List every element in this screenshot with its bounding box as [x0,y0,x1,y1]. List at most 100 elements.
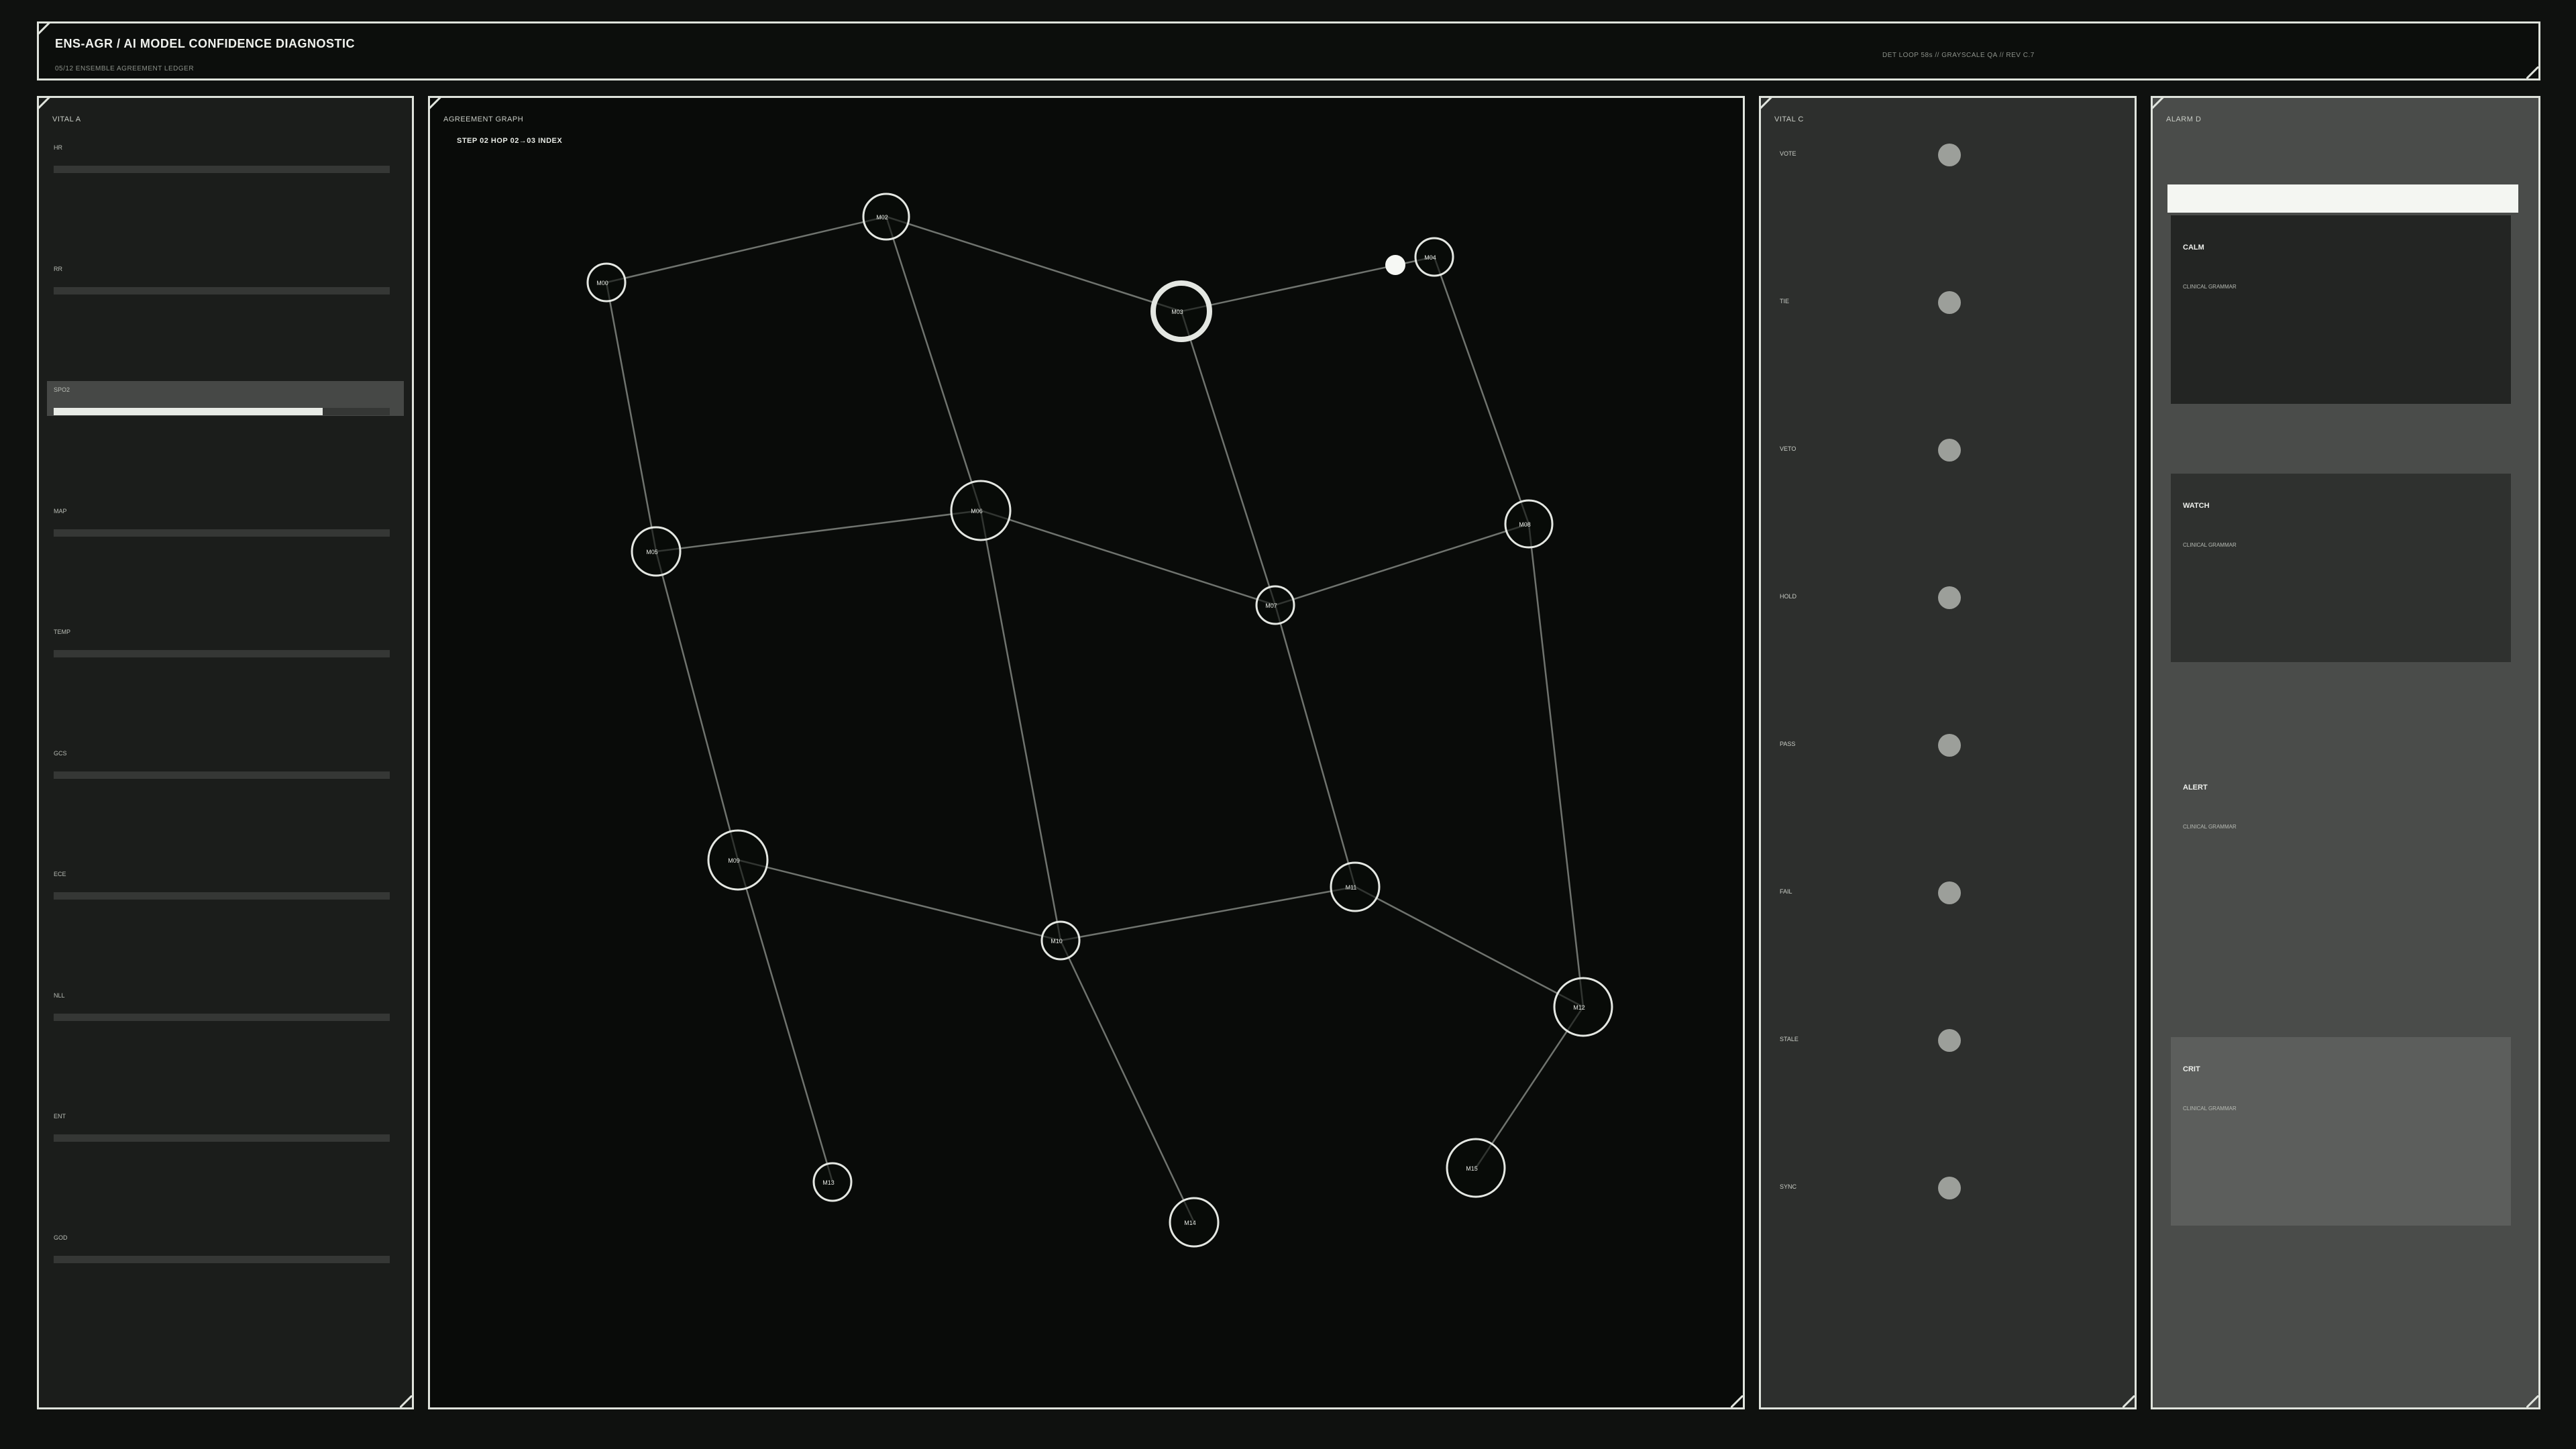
header-meta: DET LOOP 58s // GRAYSCALE QA // REV C.7 [1882,52,2035,59]
alarm-level-calm[interactable]: CALM CLINICAL GRAMMAR [2171,215,2511,404]
vital-row-ent[interactable]: ENT [47,1108,404,1142]
graph-node-label: M14 [1184,1220,1196,1226]
graph-node-m11[interactable]: M11 [1330,861,1381,912]
graph-edge-m06-m10 [979,510,1062,941]
graph-node-label: M02 [876,214,888,221]
alarm-level-subtitle: CLINICAL GRAMMAR [2183,542,2237,548]
panel-label: VITAL A [52,115,81,123]
alarm-d-panel: ALARM D CALM CLINICAL GRAMMAR WATCH CLINICA… [2151,96,2540,1409]
vital-row-label: ENT [54,1113,66,1120]
graph-edge-m08-m12 [1527,523,1585,1008]
vital-row-bar [54,650,390,657]
alarm-level-alert[interactable]: ALERT CLINICAL GRAMMAR [2171,755,2511,944]
vital-c-row-label: TIE [1780,298,1790,305]
graph-edge-m09-m13 [737,859,834,1183]
graph-node-label: M03 [1171,309,1183,315]
graph-node-m14[interactable]: M14 [1169,1197,1220,1248]
status-dot [1938,144,1961,166]
graph-node-m02[interactable]: M02 [862,193,910,241]
graph-node-m15[interactable]: M15 [1446,1138,1506,1198]
graph-node-label: M15 [1466,1165,1478,1172]
graph-edge-m10-m11 [1060,885,1356,942]
page-title: ENS-AGR / AI MODEL CONFIDENCE DIAGNOSTIC [55,37,356,50]
vital-row-bar [54,286,390,294]
header-bar: ENS-AGR / AI MODEL CONFIDENCE DIAGNOSTIC… [37,21,2540,80]
corner-mark [39,98,51,110]
graph-node-label: M12 [1573,1004,1585,1011]
graph-node-m09[interactable]: M09 [707,829,769,891]
graph-node-label: M00 [596,280,608,286]
vital-row-bar-fill [54,408,323,415]
status-dot [1938,291,1961,314]
page-subtitle: 05/12 ENSEMBLE AGREEMENT LEDGER [55,65,195,72]
graph-node-label: M05 [646,549,658,555]
vital-c-row-label: VETO [1780,445,1796,452]
vital-row-label: ECE [54,871,66,877]
vital-row-bar [54,771,390,779]
alarm-level-crit[interactable]: CRIT CLINICAL GRAMMAR [2171,1037,2511,1226]
vital-row-ece[interactable]: ECE [47,865,404,900]
graph-node-m08[interactable]: M08 [1504,499,1554,549]
corner-mark [400,1395,412,1407]
graph-node-m07[interactable]: M07 [1255,585,1295,625]
graph-node-m04[interactable]: M04 [1414,237,1454,277]
vital-row-gcs[interactable]: GCS [47,745,404,780]
vital-row-bar [54,1255,390,1263]
vital-c-row-fail[interactable]: FAIL [1761,880,2135,907]
vital-c-row-label: SYNC [1780,1183,1797,1190]
corner-mark [39,23,51,36]
vital-row-hr[interactable]: HR [47,139,404,174]
vital-row-map[interactable]: MAP [47,502,404,537]
alarm-level-subtitle: CLINICAL GRAMMAR [2183,824,2237,830]
graph-node-m06[interactable]: M06 [950,480,1012,541]
vital-c-row-sync[interactable]: SYNC [1761,1175,2135,1202]
graph-node-m03[interactable]: M03 [1150,280,1212,342]
graph-node-label: M06 [971,508,983,515]
alarm-level-watch[interactable]: WATCH CLINICAL GRAMMAR [2171,474,2511,662]
graph-edge-m05-m09 [655,551,739,861]
vital-row-label: GCS [54,749,67,757]
vital-c-row-label: FAIL [1780,888,1792,895]
vital-row-rr[interactable]: RR [47,260,404,295]
vital-c-row-label: VOTE [1780,150,1796,157]
graph-node-m10[interactable]: M10 [1040,920,1081,961]
graph-node-m13[interactable]: M13 [812,1162,853,1202]
graph-edge-m09-m10 [737,859,1061,942]
graph-edge-m00-m05 [605,282,657,552]
panel-label: ALARM D [2166,115,2202,123]
vital-row-bar [54,1134,390,1142]
vital-row-label: HR [54,144,62,151]
vital-row-temp[interactable]: TEMP [47,623,404,658]
vital-c-row-label: HOLD [1780,593,1797,600]
status-dot [1938,1029,1961,1052]
vital-row-label: TEMP [54,629,71,635]
vital-row-spo2[interactable]: SPO2 [47,381,404,416]
status-dot [1938,881,1961,904]
vital-c-row-pass[interactable]: PASS [1761,733,2135,759]
corner-mark [2526,1395,2538,1407]
vital-a-panel: VITAL A HR RR SPO2 MAP TEMP GCS ECE NLL ENT GOD [37,96,414,1409]
vital-c-row-vote[interactable]: VOTE [1761,142,2135,169]
agreement-graph-canvas[interactable]: M00 M02 M03 M04 M05 M06 M07 M08 M09 M10 M11 M12 M13 M… [430,98,1743,1407]
panel-label: VITAL C [1774,115,1804,123]
alarm-indicator-bar [2167,184,2518,213]
vital-row-nll[interactable]: NLL [47,987,404,1022]
alarm-level-title: ALERT [2183,784,2208,792]
vital-c-row-stale[interactable]: STALE [1761,1028,2135,1055]
graph-node-m05[interactable]: M05 [631,526,682,577]
vital-c-row-tie[interactable]: TIE [1761,290,2135,317]
vital-c-row-hold[interactable]: HOLD [1761,585,2135,612]
status-dot [1938,734,1961,757]
agreement-graph-panel: AGREEMENT GRAPH STEP 02 HOP 02→03 INDEX … [428,96,1745,1409]
alarm-level-title: CALM [2183,244,2204,252]
graph-node-m12[interactable]: M12 [1553,977,1613,1037]
graph-edge-m07-m08 [1275,523,1529,606]
graph-edge-m02-m03 [885,215,1182,313]
graph-node-label: M07 [1265,602,1277,609]
vital-row-god[interactable]: GOD [47,1229,404,1264]
vital-c-row-label: STALE [1780,1036,1799,1042]
vital-row-bar [54,1013,390,1021]
vital-c-row-veto[interactable]: VETO [1761,437,2135,464]
graph-node-m00[interactable]: M00 [586,262,627,303]
corner-mark [1761,98,1773,110]
